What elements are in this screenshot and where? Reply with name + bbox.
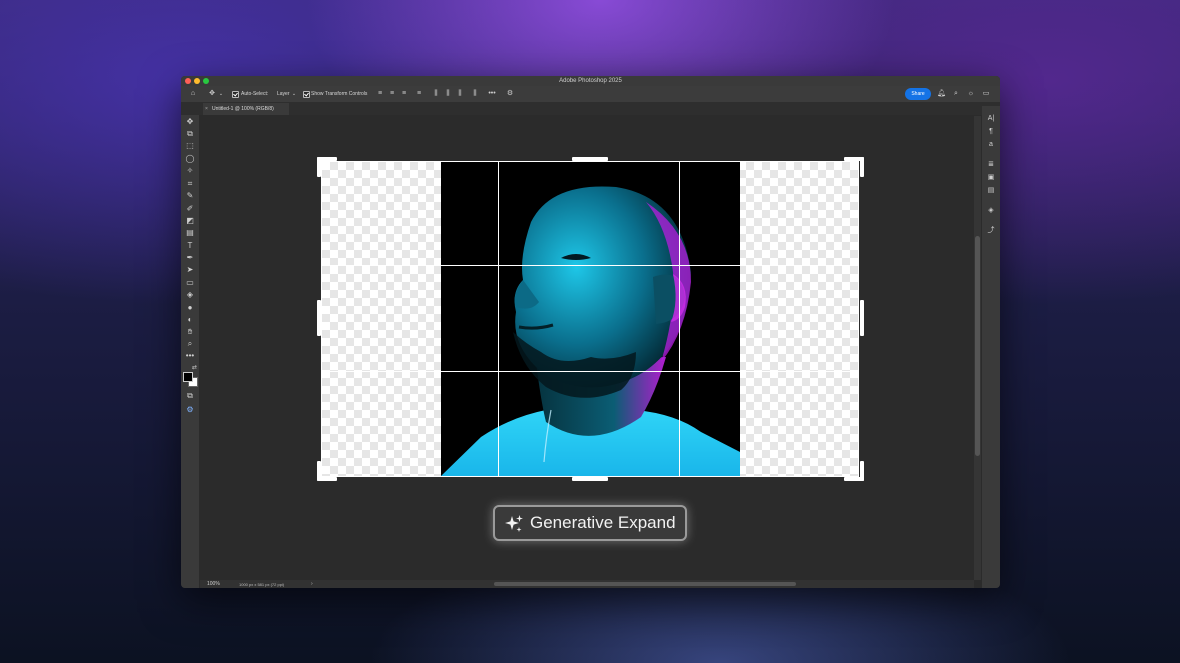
paragraph-icon[interactable]: ¶ (986, 127, 996, 137)
auto-select-dropdown[interactable]: Layer (277, 86, 290, 102)
crop-handle-left[interactable] (317, 300, 321, 336)
libraries-icon[interactable]: ▣ (986, 173, 996, 183)
align-right-icon[interactable]: ≡ (400, 90, 408, 98)
options-bar: ⌂ ✥ ⌄ Auto-Select: Layer ⌄ Show Transfor… (181, 86, 1000, 103)
document-tab[interactable]: × Untitled-1 @ 100% (RGB/8) (203, 103, 289, 115)
blur-icon[interactable]: ● (185, 303, 195, 313)
auto-select-checkbox[interactable] (232, 91, 239, 98)
screen-mode-icon[interactable]: ⚙ (185, 405, 195, 415)
crop-handle-top-left-v[interactable] (317, 157, 321, 177)
window-title: Adobe Photoshop 2025 (559, 78, 622, 84)
more-tools-icon[interactable]: ••• (185, 351, 195, 361)
crop-handle-top-right-v[interactable] (860, 157, 864, 177)
document-tab-bar (181, 102, 1000, 115)
align-bottom-icon[interactable]: ⫼ (456, 90, 464, 98)
crop-frame[interactable] (321, 161, 859, 477)
pen-icon[interactable]: ✒ (185, 253, 195, 263)
brush-icon[interactable]: ✐ (185, 204, 195, 214)
zoom-icon[interactable]: ⌕ (185, 339, 195, 349)
align-top-icon[interactable]: ⫼ (432, 90, 440, 98)
magic-wand-icon[interactable]: ✧ (185, 166, 195, 176)
bell-icon[interactable]: 🔔︎ (937, 90, 946, 98)
align-middle-icon[interactable]: ⫼ (444, 90, 452, 98)
artboard-icon[interactable]: ⧉ (185, 129, 195, 139)
document-tab-label: Untitled-1 @ 100% (RGB/8) (212, 106, 274, 112)
crop-handle-bottom-right-v[interactable] (860, 461, 864, 481)
paths-icon[interactable]: ⤴ (986, 226, 996, 236)
move-icon[interactable]: ✥ (185, 117, 195, 127)
title-bar: Adobe Photoshop 2025 (181, 76, 1000, 86)
search-icon[interactable]: ⌕ (952, 90, 960, 98)
lasso-icon[interactable]: ◯ (185, 154, 195, 164)
crop-handle-top[interactable] (572, 157, 608, 161)
crop-grid-horizontal-2 (322, 371, 858, 372)
document-info: 1000 px x 581 px (72 ppi) (239, 582, 285, 587)
sparkle-icon (505, 515, 523, 532)
chevron-down-icon[interactable]: ⌄ (217, 90, 225, 98)
zoom-level[interactable]: 100% (207, 581, 220, 588)
horizontal-scrollbar[interactable] (494, 582, 796, 586)
marquee-icon[interactable]: ⬚ (185, 141, 195, 151)
foreground-color-swatch[interactable] (183, 372, 193, 382)
align-center-icon[interactable]: ≡ (388, 90, 396, 98)
show-transform-label: Show Transform Controls (311, 91, 368, 97)
generative-expand-button[interactable]: Generative Expand (493, 505, 687, 541)
character-icon[interactable]: A| (986, 114, 996, 124)
close-tab-icon[interactable]: × (205, 103, 208, 115)
crop-grid-vertical-2 (679, 162, 680, 476)
quick-mask-icon[interactable]: ⧉ (185, 391, 195, 401)
home-icon[interactable]: ⌂ (189, 90, 197, 98)
move-tool-icon[interactable]: ✥ (208, 90, 216, 98)
crop-handle-bottom-left-v[interactable] (317, 461, 321, 481)
glyphs-icon[interactable]: a (986, 140, 996, 150)
layers-icon[interactable]: ◈ (986, 206, 996, 216)
adjustments-icon[interactable]: ≣ (986, 160, 996, 170)
type-icon[interactable]: T (185, 241, 195, 251)
chevron-down-icon[interactable]: ⌄ (290, 90, 298, 98)
align-left-icon[interactable]: ≡ (376, 90, 384, 98)
more-options-icon[interactable]: ••• (488, 90, 496, 98)
distribute-icon[interactable]: ≡ (415, 90, 423, 98)
panel-dock: A| ¶ a ≣ ▣ ▤ ◈ ⤴ (982, 106, 1000, 588)
auto-select-label: Auto-Select: (241, 91, 269, 97)
crop-handle-right[interactable] (860, 300, 864, 336)
distribute-vertical-icon[interactable]: ⫼ (471, 90, 479, 98)
share-button[interactable]: Share (905, 88, 931, 100)
tools-panel: ✥ ⧉ ⬚ ◯ ✧ ⌗ ✎ ✐ ◩ ▤ T ✒ ➤ ▭ ◈ ● ◐ ✋︎ ⌕ •… (181, 115, 199, 588)
generative-expand-label: Generative Expand (530, 513, 676, 532)
hand-icon[interactable]: ✋︎ (185, 327, 195, 337)
lightbulb-icon[interactable]: ☼ (967, 90, 975, 98)
swap-colors-icon[interactable]: ⇄ (192, 364, 197, 371)
eyedropper-icon[interactable]: ✎ (185, 191, 195, 201)
dodge-icon[interactable]: ◐ (185, 315, 195, 325)
crop-grid-horizontal-1 (322, 265, 858, 266)
eraser-icon[interactable]: ◩ (185, 216, 195, 226)
vertical-scrollbar[interactable] (975, 236, 980, 456)
paint-bucket-icon[interactable]: ◈ (185, 290, 195, 300)
properties-icon[interactable]: ▤ (986, 186, 996, 196)
crop-icon[interactable]: ⌗ (185, 179, 195, 189)
gear-icon[interactable]: ⚙ (506, 90, 514, 98)
show-transform-checkbox[interactable] (303, 91, 310, 98)
crop-grid-vertical-1 (498, 162, 499, 476)
chevron-right-icon[interactable]: › (311, 581, 313, 588)
path-select-icon[interactable]: ➤ (185, 265, 195, 275)
crop-handle-bottom[interactable] (572, 477, 608, 481)
rectangle-icon[interactable]: ▭ (185, 278, 195, 288)
workspace-icon[interactable]: ▭ (982, 90, 990, 98)
gradient-icon[interactable]: ▤ (185, 228, 195, 238)
